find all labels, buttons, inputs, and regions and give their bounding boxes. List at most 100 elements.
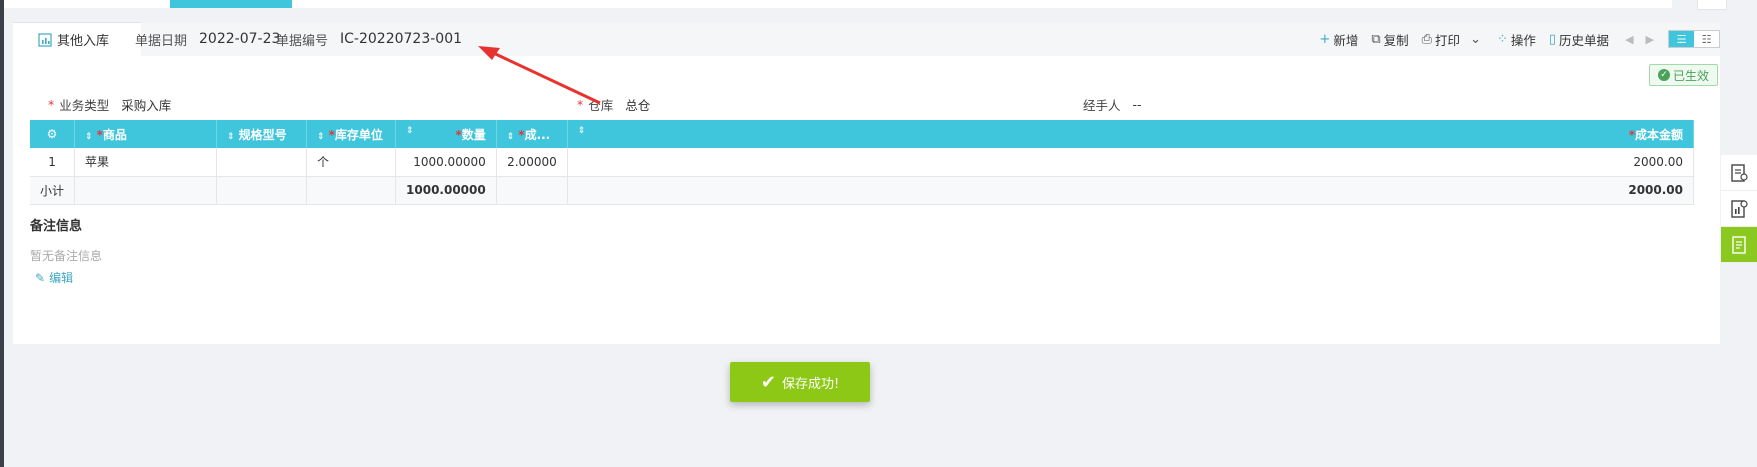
- subtotal-empty: [74, 176, 218, 205]
- print-button[interactable]: ⎙ 打印 ⌄: [1422, 30, 1484, 49]
- document-card: 其他入库 单据日期 2022-07-23 单据编号 IC-20220723-00…: [13, 22, 1720, 344]
- operations-button[interactable]: ⁘ 操作: [1497, 30, 1536, 49]
- checklist-icon: [1732, 235, 1746, 254]
- notes-title: 备注信息: [30, 219, 83, 234]
- warehouse-field: * 仓库 总仓: [577, 94, 650, 114]
- next-arrow-icon[interactable]: ▶: [1646, 33, 1654, 46]
- new-button-label: 新增: [1333, 32, 1359, 48]
- col-cost[interactable]: ⇕ *成...: [496, 120, 568, 148]
- new-button[interactable]: + 新增: [1319, 30, 1358, 49]
- doc-date-field: 单据日期 2022-07-23: [135, 22, 280, 56]
- row-index: 1: [30, 148, 76, 177]
- cell-unit[interactable]: 个: [306, 148, 397, 177]
- prev-arrow-icon[interactable]: ◀: [1625, 33, 1633, 46]
- doc-date-value: 2022-07-23: [199, 31, 281, 47]
- subtotal-empty: [496, 176, 568, 205]
- sort-icon[interactable]: ⇕: [227, 132, 235, 142]
- copy-button-label: 复制: [1383, 32, 1409, 48]
- cell-cost[interactable]: 2.00000: [496, 148, 568, 177]
- status-label: 已生效: [1672, 68, 1709, 83]
- top-right-box[interactable]: [1697, 0, 1727, 10]
- subtotal-empty: [216, 176, 308, 205]
- grid-icon: ⁘: [1496, 31, 1508, 47]
- document-header: 其他入库 单据日期 2022-07-23 单据编号 IC-20220723-00…: [13, 22, 1720, 56]
- subtotal-qty: 1000.00000: [395, 176, 497, 205]
- table-row[interactable]: 1 苹果 个 1000.00000 2.00000 2000.00: [30, 148, 1695, 177]
- warehouse-value[interactable]: 总仓: [625, 95, 650, 114]
- active-top-tab[interactable]: [170, 0, 292, 8]
- side-report-button[interactable]: [1721, 191, 1757, 227]
- col-unit[interactable]: ⇕ *库存单位: [306, 120, 397, 148]
- cell-product[interactable]: 苹果: [74, 148, 218, 177]
- doc-settings-icon: [1731, 163, 1748, 182]
- check-circle-icon: ✓: [1657, 69, 1670, 81]
- side-doc-settings-button[interactable]: [1721, 155, 1757, 191]
- table-settings-cell[interactable]: ⚙: [30, 120, 76, 148]
- list-view-icon[interactable]: ☰: [1669, 31, 1694, 47]
- sort-icon[interactable]: ⇕: [507, 132, 515, 142]
- sort-icon[interactable]: ⇕: [317, 132, 325, 142]
- chart-doc-icon: [38, 32, 52, 47]
- status-badge: ✓ 已生效: [1648, 64, 1718, 86]
- copy-button[interactable]: ⧉ 复制: [1371, 30, 1408, 49]
- biz-type-label: 业务类型: [59, 97, 110, 113]
- side-panel: [1721, 155, 1757, 263]
- required-mark: *: [48, 96, 55, 112]
- toast-message: 保存成功!: [781, 376, 840, 392]
- handler-value[interactable]: --: [1133, 97, 1142, 112]
- side-checklist-button[interactable]: [1721, 227, 1757, 263]
- notes-edit-label: 编辑: [49, 271, 74, 285]
- subtotal-amount: 2000.00: [567, 176, 1695, 205]
- sort-icon[interactable]: ⇕: [578, 126, 586, 136]
- col-product-label: 商品: [102, 127, 127, 142]
- col-cost-label: 成...: [524, 127, 551, 142]
- col-amount[interactable]: ⇕ *成本金额: [567, 120, 1695, 148]
- copy-icon: ⧉: [1371, 31, 1381, 47]
- col-qty[interactable]: ⇕ *数量: [395, 120, 497, 148]
- col-spec-label: 规格型号: [238, 127, 287, 142]
- checkmark-icon: ✔: [760, 371, 776, 393]
- doc-tab-label: 其他入库: [57, 34, 110, 49]
- col-qty-label: 数量: [461, 127, 486, 142]
- chevron-down-icon[interactable]: ⌄: [1470, 32, 1481, 47]
- left-edge-bar: [0, 0, 4, 467]
- col-spec[interactable]: ⇕ 规格型号: [216, 120, 308, 148]
- history-doc-icon: ▯: [1548, 31, 1557, 47]
- col-unit-label: 库存单位: [334, 127, 383, 142]
- top-tab-strip: [0, 0, 1757, 12]
- sort-icon[interactable]: ⇕: [406, 126, 414, 136]
- top-tab-bg: [0, 0, 170, 8]
- col-amount-label: 成本金额: [1634, 127, 1683, 142]
- handler-field: 经手人 --: [1083, 94, 1142, 114]
- operations-button-label: 操作: [1510, 32, 1536, 48]
- cell-amount[interactable]: 2000.00: [567, 148, 1695, 177]
- col-product[interactable]: ⇕ *商品: [74, 120, 218, 148]
- report-icon: [1731, 199, 1748, 218]
- biz-type-field: * 业务类型 采购入库: [48, 94, 171, 114]
- items-table: ⚙ ⇕ *商品 ⇕ 规格型号 ⇕ *库存单位 ⇕ *数量 ⇕ *成... ⇕ *…: [30, 120, 1695, 205]
- subtotal-empty: [306, 176, 397, 205]
- handler-label: 经手人: [1083, 97, 1121, 113]
- detail-view-icon[interactable]: ☷: [1694, 31, 1719, 47]
- doc-tab-other-inbound[interactable]: 其他入库: [13, 22, 141, 56]
- doc-date-label: 单据日期: [135, 33, 188, 49]
- doc-no-value: IC-20220723-001: [340, 31, 463, 47]
- toolbar: + 新增 ⧉ 复制 ⎙ 打印 ⌄ ⁘ 操作 ▯ 历史单据 ◀ ▶ ☰ ☷: [1306, 22, 1720, 56]
- plus-icon: +: [1319, 31, 1331, 47]
- warehouse-label: 仓库: [588, 97, 614, 113]
- notes-empty-text: 暂无备注信息: [30, 249, 103, 263]
- gear-icon[interactable]: ⚙: [47, 127, 58, 141]
- notes-edit-button[interactable]: ✎ 编辑: [35, 269, 73, 286]
- print-button-label: 打印: [1435, 32, 1461, 48]
- table-header-row: ⚙ ⇕ *商品 ⇕ 规格型号 ⇕ *库存单位 ⇕ *数量 ⇕ *成... ⇕ *…: [30, 120, 1695, 148]
- sort-icon[interactable]: ⇕: [85, 132, 93, 142]
- doc-no-label: 单据编号: [276, 33, 329, 49]
- top-tab-bg-2: [292, 0, 1672, 8]
- history-button[interactable]: ▯ 历史单据: [1549, 30, 1609, 49]
- biz-type-value[interactable]: 采购入库: [121, 95, 171, 114]
- cell-qty[interactable]: 1000.00000: [395, 148, 497, 177]
- view-toggle: ☰ ☷: [1668, 30, 1720, 48]
- subtotal-label: 小计: [30, 176, 76, 205]
- history-button-label: 历史单据: [1559, 32, 1610, 48]
- cell-spec[interactable]: [216, 148, 308, 177]
